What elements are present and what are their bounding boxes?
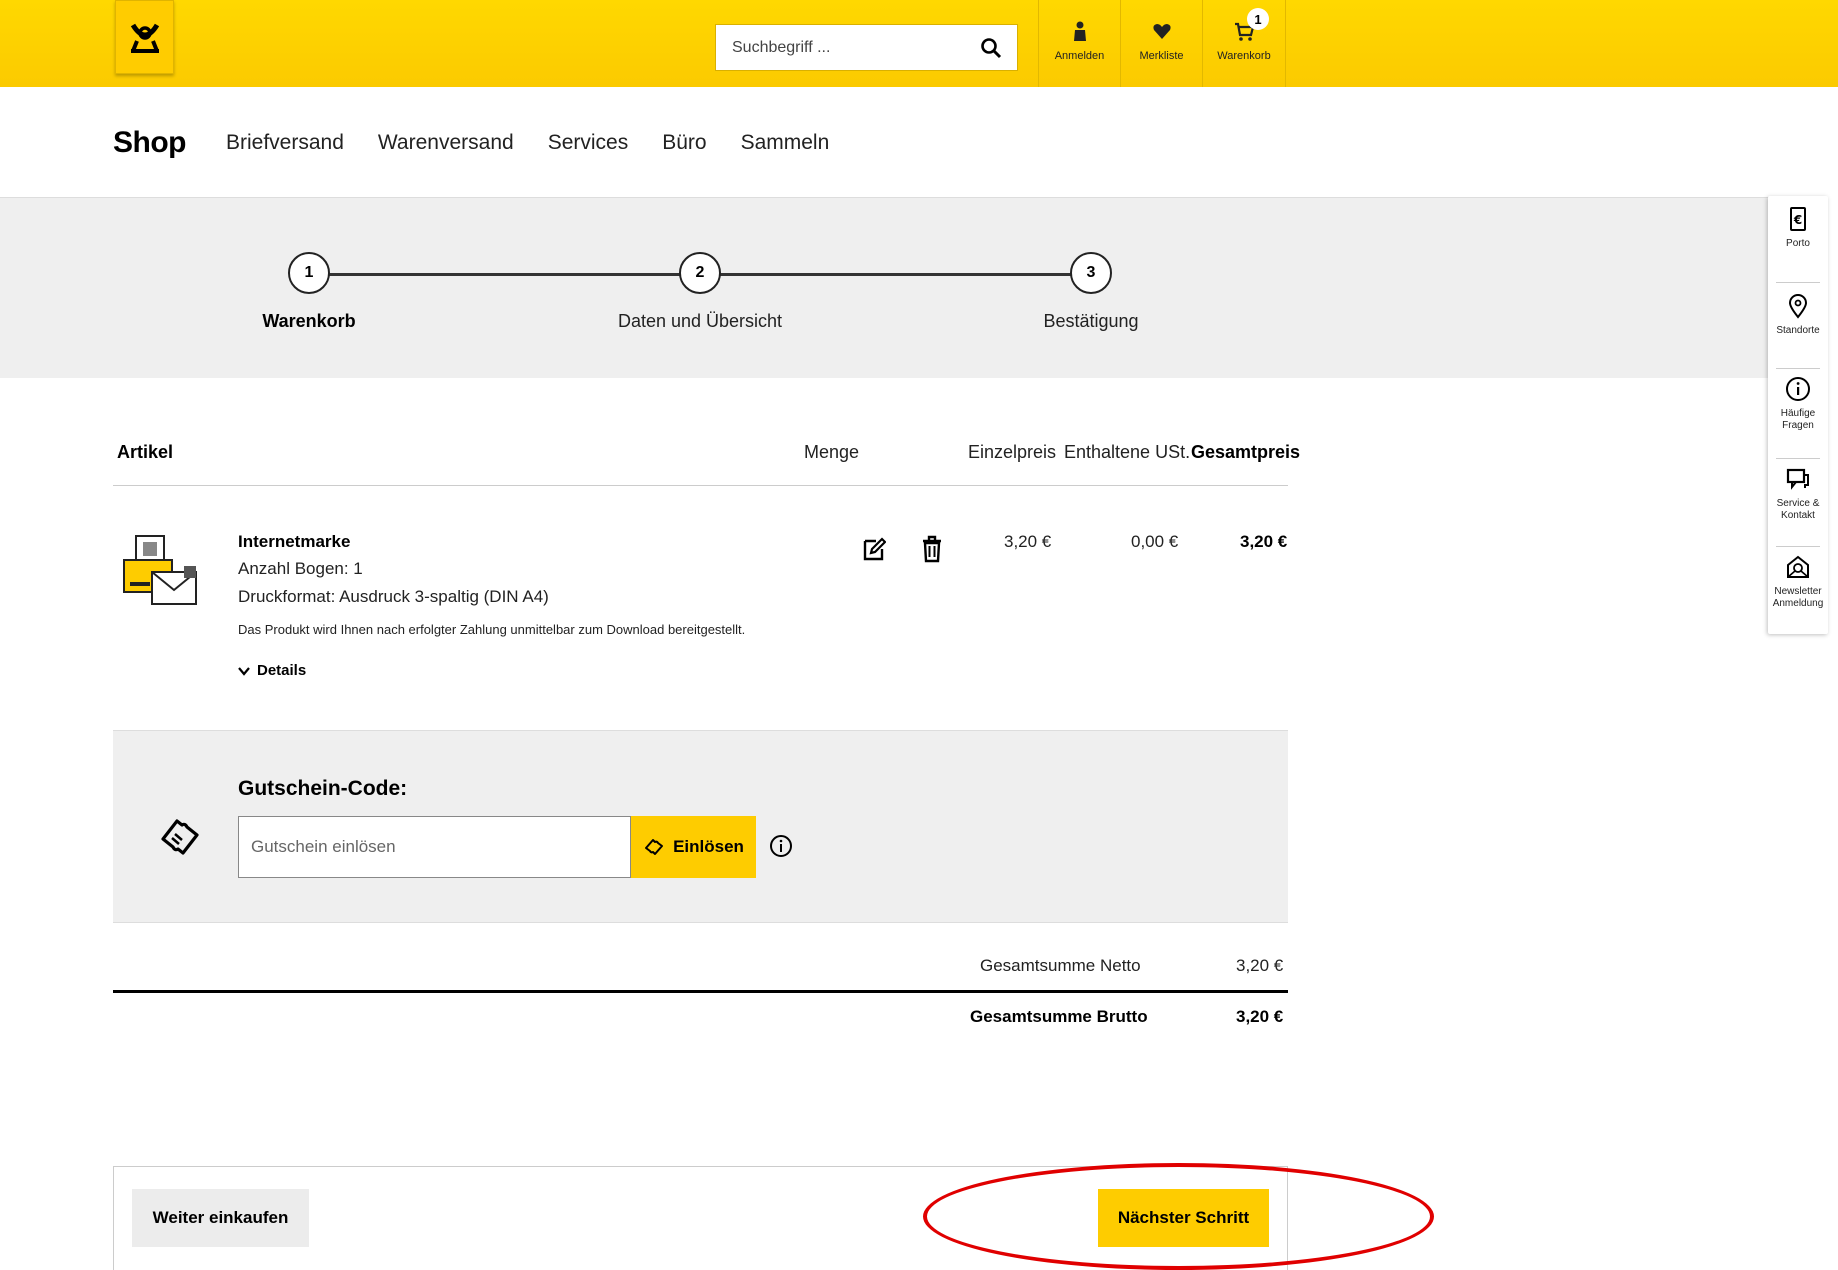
- gross-total-label: Gesamtsumme Brutto: [970, 1007, 1148, 1026]
- wishlist-label: Merkliste: [1139, 50, 1184, 62]
- col-header-qty: Menge: [804, 442, 860, 462]
- chat-icon: [1786, 468, 1809, 490]
- edit-icon[interactable]: [862, 535, 886, 563]
- sidebar-item-porto[interactable]: € Porto: [1768, 206, 1828, 250]
- nav-shop[interactable]: Shop: [113, 126, 187, 160]
- product-note: Das Produkt wird Ihnen nach erfolgter Za…: [238, 622, 746, 637]
- divider: [1776, 368, 1820, 369]
- next-step-button[interactable]: Nächster Schritt: [1098, 1189, 1269, 1247]
- col-header-vat: Enthaltene USt.: [1064, 442, 1191, 462]
- main-nav: Shop Briefversand Warenversand Services …: [113, 118, 863, 168]
- col-header-total: Gesamtpreis: [1191, 442, 1301, 462]
- step-3-circle: 3: [1070, 252, 1112, 294]
- location-pin-icon: [1788, 294, 1808, 319]
- login-label: Anmelden: [1054, 50, 1105, 62]
- divider: [1776, 282, 1820, 283]
- internetmarke-product-icon: [123, 535, 197, 605]
- checkout-stepper: 1 2 3 Warenkorb Daten und Übersicht Best…: [0, 198, 1770, 378]
- euro-calculator-icon: €: [1790, 207, 1806, 231]
- sidebar-label-newsletter-1: Newsletter: [1774, 586, 1822, 597]
- col-header-unit-price: Einzelpreis: [968, 442, 1057, 462]
- divider: [1776, 546, 1820, 547]
- user-icon: [1073, 21, 1086, 41]
- info-icon[interactable]: [769, 834, 793, 858]
- col-header-article: Artikel: [117, 442, 174, 462]
- search-input[interactable]: Suchbegriff ...: [715, 24, 1018, 71]
- deutsche-post-logo[interactable]: [115, 0, 174, 74]
- continue-shopping-button[interactable]: Weiter einkaufen: [132, 1189, 309, 1247]
- checkout-footer: Weiter einkaufen Nächster Schritt: [113, 1166, 1288, 1270]
- nav-item-sammeln[interactable]: Sammeln: [741, 131, 830, 155]
- sidebar-label-service-1: Service &: [1776, 498, 1820, 509]
- svg-text:€: €: [1793, 213, 1802, 227]
- nav-item-services[interactable]: Services: [548, 131, 629, 155]
- cart-button[interactable]: Warenkorb 1: [1202, 0, 1286, 87]
- top-header: Suchbegriff ... Anmelden Merkliste Waren…: [0, 0, 1838, 87]
- divider: [113, 485, 1288, 486]
- divider: [1776, 458, 1820, 459]
- newsletter-icon: [1787, 555, 1809, 578]
- step-2-circle: 2: [679, 252, 721, 294]
- wishlist-button[interactable]: Merkliste: [1120, 0, 1202, 87]
- voucher-ticket-icon: [161, 819, 199, 855]
- details-toggle[interactable]: Details: [238, 662, 306, 679]
- info-icon: [1786, 377, 1810, 401]
- unit-price: 3,20 €: [1004, 532, 1052, 551]
- sidebar-label-newsletter-2: Anmeldung: [1772, 598, 1824, 609]
- cart-count-badge: 1: [1247, 8, 1269, 30]
- vat-value: 0,00 €: [1131, 532, 1179, 551]
- step-1-label: Warenkorb: [262, 311, 356, 331]
- sidebar-label-porto: Porto: [1786, 238, 1810, 249]
- voucher-title: Gutschein-Code:: [238, 777, 408, 800]
- nav-item-buero[interactable]: Büro: [662, 131, 706, 155]
- redeem-voucher-label: Einlösen: [673, 837, 744, 856]
- stepper-line: [720, 273, 1073, 276]
- login-button[interactable]: Anmelden: [1038, 0, 1120, 87]
- voucher-section: Gutschein-Code: Gutschein einlösen Einlö…: [113, 730, 1288, 923]
- sidebar-item-standorte[interactable]: Standorte: [1768, 293, 1828, 337]
- step-1-circle: 1: [288, 252, 330, 294]
- trash-icon[interactable]: [920, 535, 944, 563]
- chevron-down-icon: [238, 666, 250, 676]
- voucher-code-input[interactable]: Gutschein einlösen: [238, 816, 631, 878]
- product-sheets: Anzahl Bogen: 1: [238, 559, 363, 578]
- voucher-placeholder: Gutschein einlösen: [251, 837, 396, 856]
- stepper-line: [329, 273, 681, 276]
- net-total-label: Gesamtsumme Netto: [980, 956, 1141, 975]
- product-name[interactable]: Internetmarke: [238, 532, 350, 552]
- divider: [113, 990, 1288, 993]
- step-2-label: Daten und Übersicht: [617, 311, 783, 331]
- gross-total-value: 3,20 €: [1236, 1007, 1284, 1026]
- sidebar-label-faq-1: Häufige: [1780, 408, 1816, 419]
- quick-links-sidebar: € Porto Standorte Häufige Fragen Service…: [1768, 196, 1828, 634]
- post-horn-icon: [130, 23, 159, 53]
- details-label: Details: [257, 662, 307, 679]
- total-price: 3,20 €: [1240, 532, 1288, 551]
- nav-item-warenversand[interactable]: Warenversand: [378, 131, 514, 155]
- sidebar-item-newsletter[interactable]: Newsletter Anmeldung: [1768, 554, 1828, 610]
- heart-icon: [1152, 24, 1171, 39]
- sidebar-label-faq-2: Fragen: [1782, 420, 1814, 431]
- sidebar-label-service-2: Kontakt: [1781, 510, 1815, 521]
- product-format: Druckformat: Ausdruck 3-spaltig (DIN A4): [238, 587, 549, 606]
- sidebar-item-service[interactable]: Service & Kontakt: [1768, 466, 1828, 522]
- search-placeholder: Suchbegriff ...: [732, 38, 831, 56]
- net-total-value: 3,20 €: [1236, 956, 1284, 975]
- nav-item-briefversand[interactable]: Briefversand: [226, 131, 344, 155]
- sidebar-label-standorte: Standorte: [1776, 325, 1820, 336]
- redeem-voucher-button[interactable]: Einlösen: [631, 816, 756, 878]
- sidebar-item-faq[interactable]: Häufige Fragen: [1768, 376, 1828, 432]
- search-icon[interactable]: [979, 36, 1003, 60]
- step-3-label: Bestätigung: [1043, 311, 1139, 331]
- cart-label: Warenkorb: [1217, 50, 1271, 62]
- voucher-ticket-icon: [645, 839, 664, 855]
